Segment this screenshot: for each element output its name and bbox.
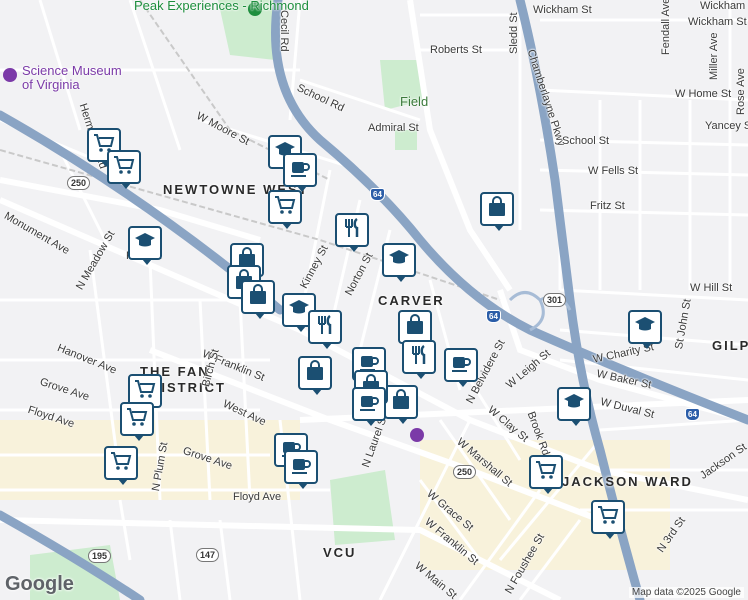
us-route-shield: 147 (196, 548, 220, 562)
coffee-icon (357, 390, 381, 419)
street-label: School St (562, 135, 610, 147)
street-label: Cecil Rd (278, 10, 290, 52)
place-marker-school[interactable] (557, 387, 591, 426)
street-label: Wickham St (688, 16, 747, 28)
place-marker-shopping-cart[interactable] (104, 446, 138, 485)
street-label: Fendall Ave (660, 0, 672, 55)
shopping-cart-icon (109, 449, 133, 478)
restaurant-icon (407, 343, 431, 372)
shopping-cart-icon (534, 458, 558, 487)
landmark-pin-icon (410, 428, 424, 442)
coffee-icon (288, 156, 312, 185)
place-marker-shopping-cart[interactable] (529, 455, 563, 494)
place-marker-school[interactable] (628, 310, 662, 349)
street-label: W Fells St (588, 165, 639, 177)
place-marker-shopping-cart[interactable] (268, 190, 302, 229)
shopping-cart-icon (125, 405, 149, 434)
interstate-shield: 64 (486, 310, 501, 323)
coffee-icon (449, 351, 473, 380)
us-route-shield: 250 (67, 176, 91, 190)
place-marker-coffee[interactable] (283, 153, 317, 192)
place-marker-shopping-bag[interactable] (384, 385, 418, 424)
place-marker-shopping-cart[interactable] (591, 500, 625, 539)
place-marker-school[interactable] (128, 226, 162, 265)
school-icon (387, 246, 411, 275)
shopping-bag-icon (403, 313, 427, 342)
place-marker-coffee[interactable] (352, 387, 386, 426)
shopping-bag-icon (246, 283, 270, 312)
us-route-shield: 195 (88, 549, 112, 563)
place-marker-shopping-cart[interactable] (107, 150, 141, 189)
google-logo: Google (5, 573, 74, 595)
street-label: Sledd St (508, 12, 520, 54)
place-marker-restaurant[interactable] (335, 213, 369, 252)
map-attribution[interactable]: Map data ©2025 Google (628, 587, 744, 598)
area-label-vcu: VCU (323, 545, 357, 560)
map-base-layer (0, 0, 748, 600)
school-icon (633, 313, 657, 342)
place-marker-shopping-bag[interactable] (480, 192, 514, 231)
shopping-cart-icon (596, 503, 620, 532)
place-marker-restaurant[interactable] (308, 310, 342, 349)
interstate-shield: 64 (370, 188, 385, 201)
shopping-cart-icon (112, 153, 136, 182)
restaurant-icon (313, 313, 337, 342)
shopping-bag-icon (303, 359, 327, 388)
street-label: Fritz St (590, 200, 625, 212)
place-marker-shopping-bag[interactable] (398, 310, 432, 349)
place-marker-restaurant[interactable] (402, 340, 436, 379)
museum-pin-icon (3, 68, 17, 82)
coffee-icon (289, 453, 313, 482)
place-marker-shopping-cart[interactable] (120, 402, 154, 441)
us-route-shield: 250 (453, 465, 477, 479)
area-label-gilp: GILP (712, 338, 748, 353)
street-label: Roberts St (430, 44, 482, 56)
restaurant-icon (340, 216, 364, 245)
school-icon (133, 229, 157, 258)
us-route-shield: 301 (543, 293, 567, 307)
museum-poi-label-line1[interactable]: Science Museum (22, 64, 122, 78)
shopping-cart-icon (273, 193, 297, 222)
museum-poi-label-line2[interactable]: of Virginia (22, 78, 80, 92)
school-icon (562, 390, 586, 419)
street-label: W Hill St (690, 282, 733, 294)
street-label: Floyd Ave (233, 491, 282, 503)
field-poi-label[interactable]: Field (400, 94, 428, 109)
place-marker-shopping-bag[interactable] (298, 356, 332, 395)
street-label: Rose Ave (735, 68, 747, 115)
shopping-bag-icon (485, 195, 509, 224)
street-label: Admiral St (368, 122, 419, 134)
place-marker-school[interactable] (382, 243, 416, 282)
area-label-jackson-ward: JACKSON WARD (562, 474, 693, 489)
place-marker-coffee[interactable] (444, 348, 478, 387)
street-label: Wickham St (533, 4, 592, 16)
street-label: Yancey St (705, 120, 748, 132)
street-label: Wickham St (700, 0, 748, 12)
place-marker-coffee[interactable] (284, 450, 318, 489)
map-canvas[interactable]: Peak Experiences - Richmond Science Muse… (0, 0, 748, 600)
place-marker-shopping-bag[interactable] (241, 280, 275, 319)
shopping-bag-icon (389, 388, 413, 417)
street-label: W Home St (675, 88, 732, 100)
street-label: Miller Ave (708, 32, 720, 80)
interstate-shield: 64 (685, 408, 700, 421)
area-label-carver: CARVER (378, 293, 445, 308)
